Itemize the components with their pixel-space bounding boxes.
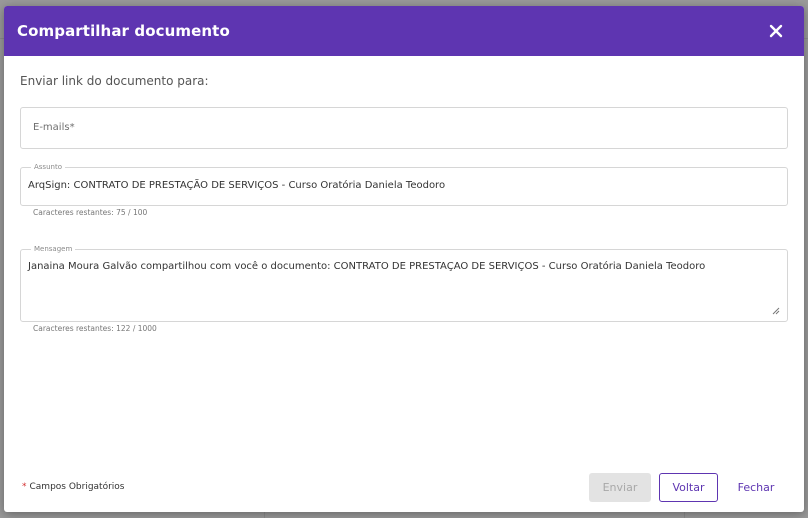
emails-placeholder: E-mails* (33, 122, 75, 133)
close-button[interactable]: Fechar (726, 473, 786, 502)
share-document-dialog: Compartilhar documento Enviar link do do… (4, 6, 804, 512)
message-label: Mensagem (31, 244, 76, 254)
dialog-body: Enviar link do documento para: E-mails* … (4, 56, 804, 333)
resize-grip-icon[interactable] (772, 300, 780, 315)
required-fields-note: * Campos Obrigatórios (22, 482, 125, 492)
subject-label: Assunto (31, 162, 65, 172)
required-asterisk: * (22, 482, 27, 492)
message-char-counter: Caracteres restantes: 122 / 1000 (33, 324, 157, 333)
message-field[interactable]: Mensagem Janaina Moura Galvão compartilh… (20, 244, 788, 322)
close-icon[interactable] (766, 21, 786, 41)
dialog-header: Compartilhar documento (4, 6, 804, 56)
send-button[interactable]: Enviar (589, 472, 651, 502)
subject-field[interactable]: Assunto ArqSign: CONTRATO DE PRESTAÇÃO D… (20, 162, 788, 206)
subject-char-counter: Caracteres restantes: 75 / 100 (33, 208, 148, 217)
dialog-footer: * Campos Obrigatórios Enviar Voltar Fecha… (4, 462, 804, 512)
intro-text: Enviar link do documento para: (20, 74, 209, 88)
back-button[interactable]: Voltar (659, 472, 718, 502)
emails-field[interactable]: E-mails* (20, 107, 788, 149)
dialog-title: Compartilhar documento (17, 22, 230, 40)
message-value[interactable]: Janaina Moura Galvão compartilhou com vo… (28, 261, 705, 272)
required-note-text: Campos Obrigatórios (29, 482, 125, 492)
footer-actions: Enviar Voltar Fechar (589, 472, 786, 502)
subject-value[interactable]: ArqSign: CONTRATO DE PRESTAÇÃO DE SERVIÇ… (28, 180, 445, 191)
